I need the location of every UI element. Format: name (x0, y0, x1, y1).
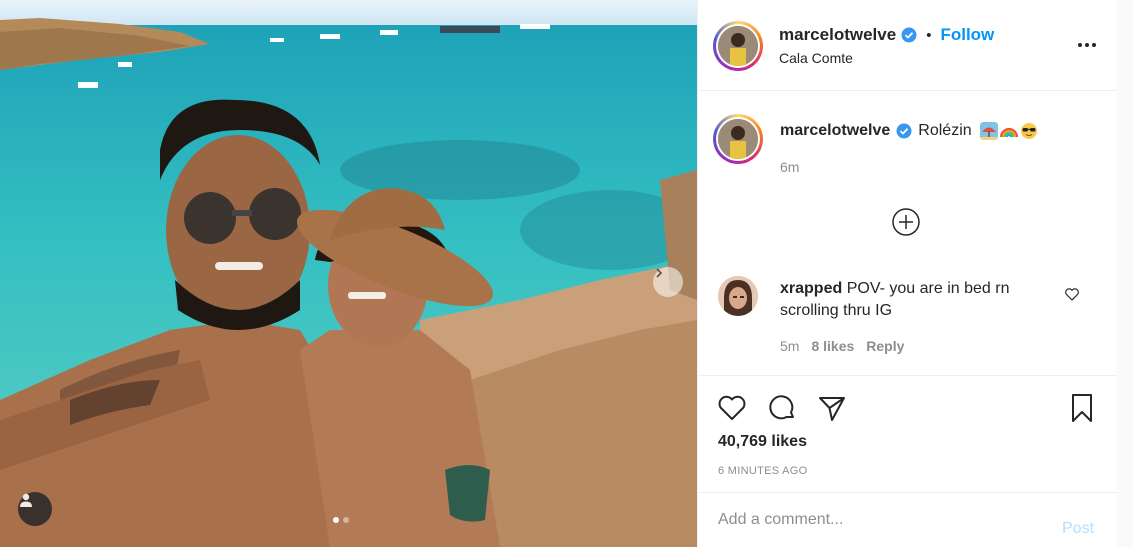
caption-timestamp: 6m (780, 159, 800, 175)
post-comment-button[interactable]: Post (1062, 520, 1094, 538)
commenter-avatar[interactable] (718, 276, 758, 316)
comment-username[interactable]: xrapped (780, 280, 842, 297)
chevron-right-icon (656, 268, 663, 278)
author-username[interactable]: marcelotwelve (779, 25, 896, 45)
header-user-line: marcelotwelve • Follow (779, 25, 994, 45)
carousel-dot (333, 517, 339, 523)
comment-likes-count[interactable]: 8 likes (811, 338, 854, 354)
photo-illustration (0, 0, 697, 547)
post-details-panel: marcelotwelve • Follow Cala Comte marcel… (697, 0, 1117, 547)
plus-circle-icon (892, 208, 920, 236)
verified-badge-icon (901, 27, 917, 43)
comments-section: marcelotwelve Rolézin 6m xrapped POV- yo… (698, 91, 1117, 376)
share-paper-plane-icon[interactable] (816, 392, 848, 424)
reply-button[interactable]: Reply (866, 338, 904, 354)
user-tag-icon (20, 493, 32, 507)
post-timestamp: 6 MINUTES AGO (718, 465, 808, 477)
post-photo[interactable] (0, 0, 697, 547)
caption-author-avatar[interactable] (713, 114, 763, 164)
avatar-photo (718, 26, 758, 66)
follow-button[interactable]: Follow (940, 25, 994, 45)
comment-like-heart-icon[interactable] (1064, 286, 1080, 302)
author-avatar[interactable] (713, 21, 763, 71)
post-frame: marcelotwelve • Follow Cala Comte marcel… (0, 0, 1117, 547)
avatar-photo (718, 119, 758, 159)
more-dots-icon (1078, 43, 1096, 47)
beach-umbrella-emoji-icon (979, 122, 998, 140)
caption-text: Rolézin (918, 122, 972, 139)
sunglasses-emoji-icon (1020, 123, 1037, 139)
comment-body: xrapped POV- you are in bed rn scrolling… (780, 278, 1050, 322)
likes-count[interactable]: 40,769 likes (718, 433, 807, 451)
post-header: marcelotwelve • Follow Cala Comte (698, 0, 1116, 91)
comment-timestamp: 5m (780, 338, 800, 354)
separator-dot: • (926, 26, 932, 44)
avatar-photo (718, 276, 758, 316)
caption-username[interactable]: marcelotwelve (780, 122, 890, 140)
rainbow-emoji-icon (999, 128, 1018, 138)
carousel-next-button[interactable] (653, 267, 683, 297)
comment-meta: 5m 8 likes Reply (780, 338, 904, 354)
add-comment-bar: Post (698, 493, 1117, 547)
load-more-comments-button[interactable] (891, 207, 921, 237)
post-actions: 40,769 likes 6 MINUTES AGO (698, 376, 1117, 493)
verified-badge-icon (896, 123, 912, 139)
like-heart-icon[interactable] (716, 392, 748, 424)
post-location[interactable]: Cala Comte (779, 50, 853, 66)
more-options-button[interactable] (1075, 35, 1099, 55)
tagged-users-button[interactable] (18, 492, 52, 526)
comment-bubble-icon[interactable] (766, 392, 798, 424)
carousel-indicator (333, 517, 349, 523)
save-bookmark-icon[interactable] (1066, 392, 1098, 424)
caption: marcelotwelve Rolézin (780, 122, 1038, 140)
caption-emojis (979, 122, 1038, 140)
add-comment-input[interactable] (718, 511, 1038, 529)
carousel-dot (343, 517, 349, 523)
